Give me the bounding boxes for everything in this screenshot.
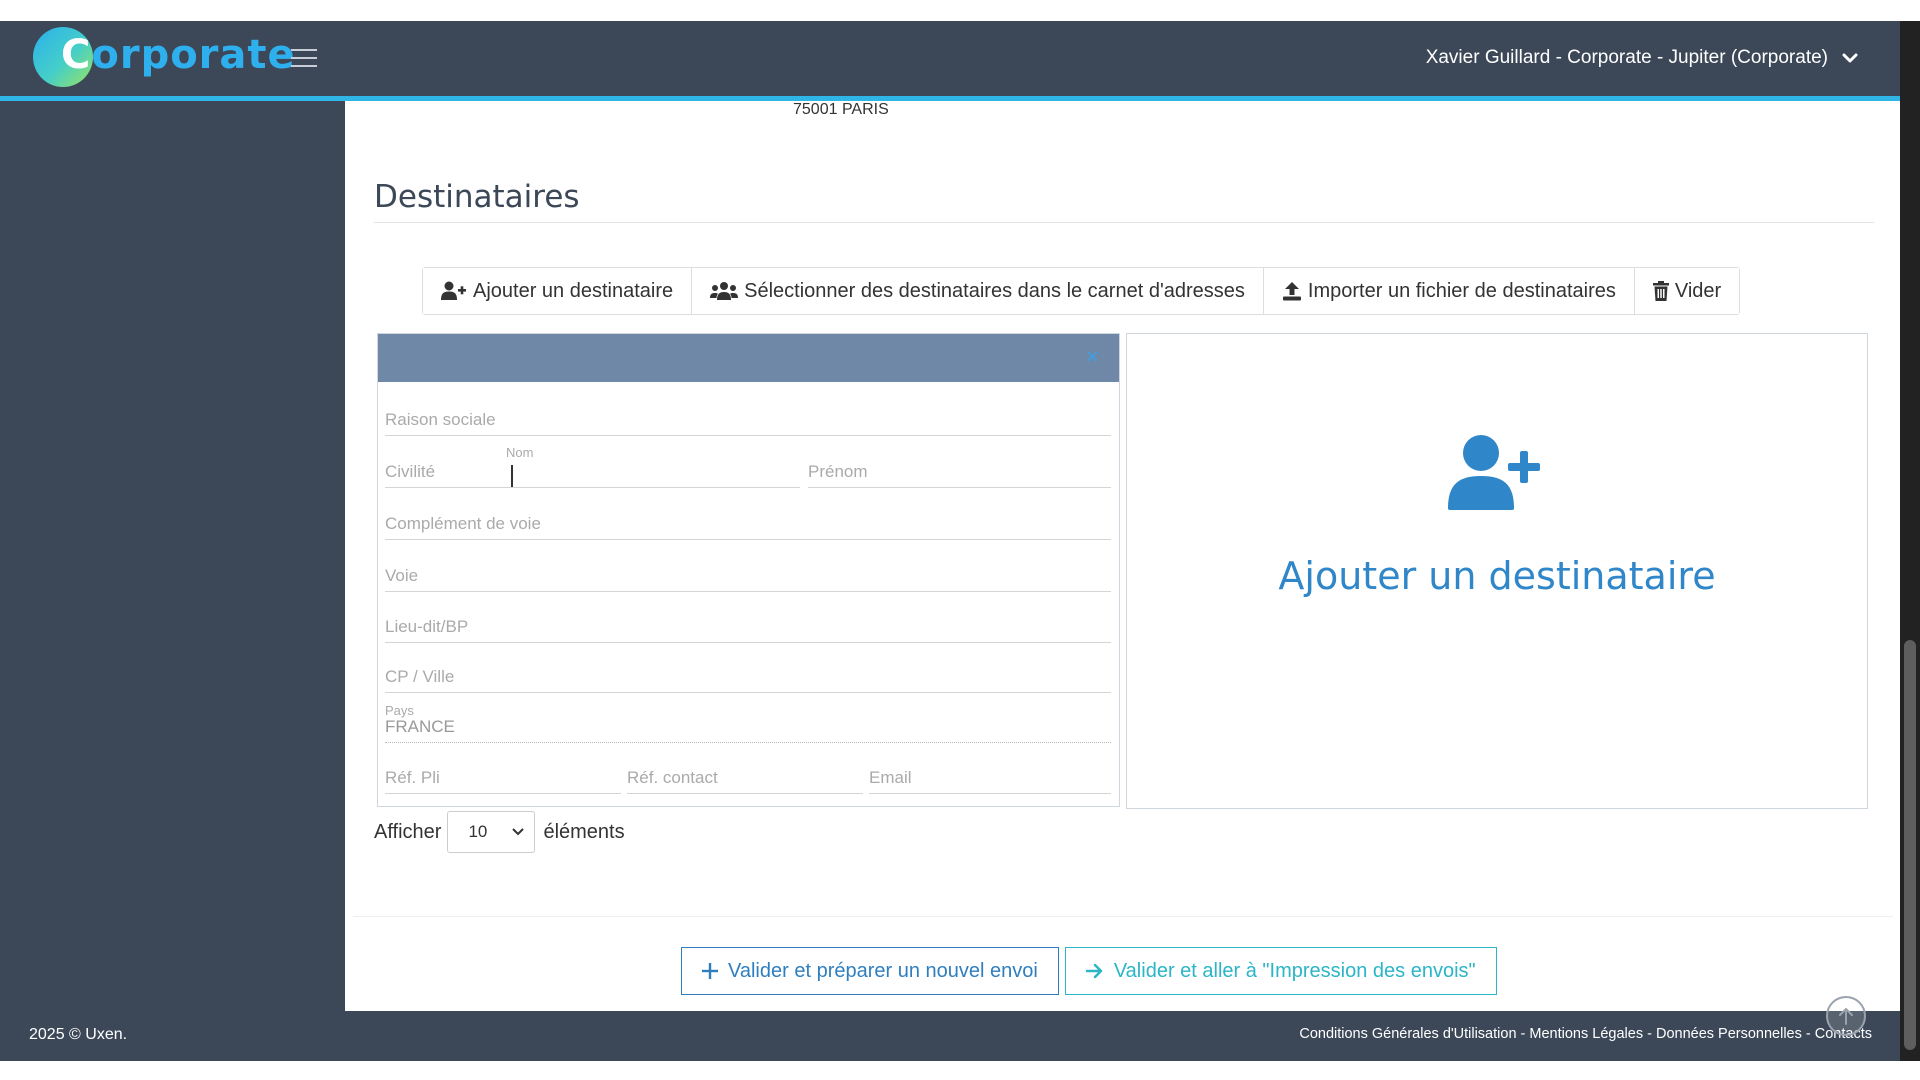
logo-text: Corporate bbox=[61, 32, 296, 78]
import-recipients-file-button[interactable]: Importer un fichier de destinataires bbox=[1263, 268, 1635, 314]
page-scrollbar-thumb[interactable] bbox=[1904, 640, 1916, 1050]
select-from-address-book-button[interactable]: Sélectionner des destinataires dans le c… bbox=[692, 268, 1264, 314]
length-suffix: éléments bbox=[543, 820, 625, 843]
pays-field[interactable]: FRANCE bbox=[385, 713, 1111, 743]
user-plus-icon bbox=[1448, 435, 1540, 510]
cp-ville-field[interactable]: CP / Ville bbox=[385, 663, 1111, 693]
scroll-top-button[interactable] bbox=[1826, 996, 1866, 1036]
top-strip bbox=[0, 0, 1920, 21]
upload-icon bbox=[1282, 282, 1301, 301]
clear-recipients-label: Vider bbox=[1674, 279, 1722, 302]
main-content: 75001 PARIS Destinataires Ajouter un des… bbox=[345, 101, 1900, 1011]
recipient-form: × Raison sociale Civilité Nom Prénom Com… bbox=[377, 333, 1120, 807]
plus-icon bbox=[702, 963, 718, 979]
top-header: Corporate Xavier Guillard - Corporate - … bbox=[0, 21, 1900, 101]
section-title: Destinataires bbox=[374, 179, 580, 215]
add-recipient-label: Ajouter un destinataire bbox=[473, 279, 674, 302]
footer-link-mentions[interactable]: Mentions Légales bbox=[1529, 1026, 1643, 1042]
recipient-toolbar: Ajouter un destinataire Sélectionner des… bbox=[422, 267, 1741, 315]
validate-new-shipment-button[interactable]: Valider et préparer un nouvel envoi bbox=[681, 947, 1059, 995]
recipient-form-header: × bbox=[378, 334, 1119, 382]
footer-links: Conditions Générales d'Utilisation - Men… bbox=[1299, 1026, 1872, 1042]
user-menu-label: Xavier Guillard - Corporate - Jupiter (C… bbox=[1425, 47, 1828, 68]
footer: 2025 © Uxen. Conditions Générales d'Util… bbox=[0, 1011, 1900, 1061]
section-divider bbox=[374, 222, 1874, 223]
actions-divider bbox=[353, 916, 1893, 917]
user-menu[interactable]: Xavier Guillard - Corporate - Jupiter (C… bbox=[1426, 47, 1858, 69]
email-field[interactable]: Email bbox=[869, 764, 1111, 794]
copyright: 2025 © Uxen. bbox=[29, 1026, 128, 1043]
raison-sociale-field[interactable]: Raison sociale bbox=[385, 406, 1111, 436]
complement-voie-field[interactable]: Complément de voie bbox=[385, 510, 1111, 540]
page-length-select[interactable]: 10 bbox=[447, 811, 536, 853]
civilite-field[interactable]: Civilité bbox=[385, 458, 505, 488]
footer-link-cgu[interactable]: Conditions Générales d'Utilisation bbox=[1299, 1026, 1516, 1042]
import-recipients-file-label: Importer un fichier de destinataires bbox=[1307, 279, 1616, 302]
clear-recipients-button[interactable]: Vider bbox=[1634, 268, 1740, 314]
arrow-up-icon bbox=[1839, 1008, 1853, 1025]
voie-field[interactable]: Voie bbox=[385, 562, 1111, 592]
users-icon bbox=[710, 282, 739, 300]
ref-contact-field[interactable]: Réf. contact bbox=[627, 764, 863, 794]
prenom-field[interactable]: Prénom bbox=[808, 458, 1111, 488]
trash-icon bbox=[1652, 281, 1669, 301]
page-length-control: Afficher 10 éléments bbox=[374, 811, 625, 853]
hamburger-icon[interactable] bbox=[291, 49, 317, 69]
corporate-logo[interactable]: Corporate bbox=[33, 26, 295, 87]
add-recipient-card[interactable]: Ajouter un destinataire bbox=[1126, 333, 1868, 809]
form-actions: Valider et préparer un nouvel envoi Vali… bbox=[681, 947, 1497, 995]
select-from-address-book-label: Sélectionner des destinataires dans le c… bbox=[744, 279, 1245, 302]
bottom-strip bbox=[0, 1061, 1920, 1080]
close-icon[interactable]: × bbox=[1086, 344, 1099, 370]
add-recipient-card-label: Ajouter un destinataire bbox=[1278, 554, 1716, 598]
length-prefix: Afficher bbox=[374, 820, 442, 843]
ref-pli-field[interactable]: Réf. Pli bbox=[385, 764, 621, 794]
text-caret bbox=[511, 465, 513, 487]
sidebar bbox=[0, 101, 345, 1011]
sender-address-line: 75001 PARIS bbox=[793, 101, 889, 118]
footer-link-donnees[interactable]: Données Personnelles bbox=[1656, 1026, 1802, 1042]
arrow-right-icon bbox=[1085, 963, 1103, 979]
chevron-down-icon bbox=[1842, 53, 1858, 63]
chevron-down-icon bbox=[512, 828, 525, 836]
add-recipient-button[interactable]: Ajouter un destinataire bbox=[423, 268, 693, 314]
lieu-dit-field[interactable]: Lieu-dit/BP bbox=[385, 613, 1111, 643]
nom-field[interactable] bbox=[505, 458, 800, 488]
validate-go-to-print-button[interactable]: Valider et aller à "Impression des envoi… bbox=[1064, 947, 1497, 995]
user-plus-icon bbox=[441, 281, 466, 300]
